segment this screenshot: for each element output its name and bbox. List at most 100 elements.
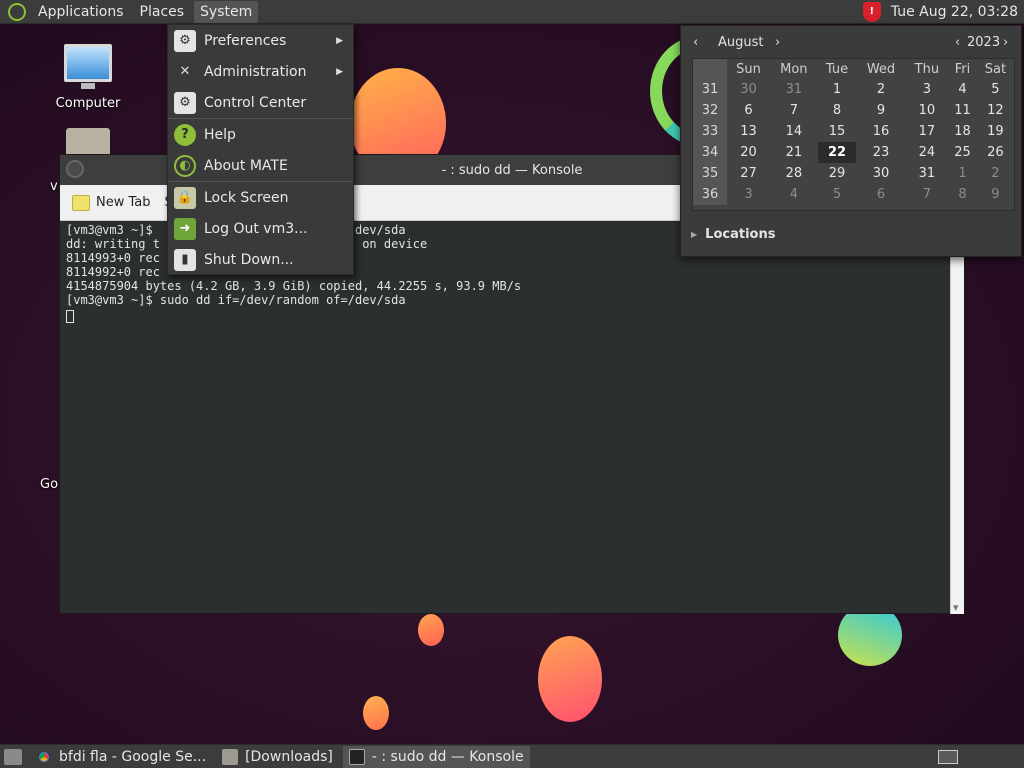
menu-system[interactable]: System [194,0,259,23]
week-number: 34 [693,142,727,163]
calendar-day[interactable]: 16 [856,121,905,142]
calendar-day[interactable]: 14 [770,121,818,142]
calendar-day[interactable]: 3 [727,184,770,205]
menu-item-help[interactable]: ? Help [168,119,353,150]
new-tab-button[interactable]: New Tab [66,192,157,214]
calendar-day[interactable]: 9 [977,184,1014,205]
calendar-day[interactable]: 2 [977,163,1014,184]
administration-icon: ✕ [179,64,191,79]
calendar-day[interactable]: 20 [727,142,770,163]
computer-icon [64,44,112,89]
calendar-year: 2023 [967,34,1001,50]
menu-item-about-mate[interactable]: ◐ About MATE [168,150,353,181]
calendar-day[interactable]: 30 [727,79,770,100]
desktop-label-fragment: Go [40,477,59,492]
taskbar-item-konsole[interactable]: - : sudo dd — Konsole [342,745,530,768]
calendar-day[interactable]: 9 [856,100,905,121]
calendar-month: August [718,34,764,50]
terminal-line: [vm3@vm3 ~]$ sudo dd if=/dev/random of=/… [66,293,406,307]
calendar-day[interactable]: 7 [770,100,818,121]
bottom-panel: bfdi fla - Google Se... [Downloads] - : … [0,744,1024,768]
calendar-day[interactable]: 4 [770,184,818,205]
next-month-icon[interactable]: › [775,35,780,50]
menu-item-label: Control Center [204,94,307,111]
terminal-scrollbar[interactable] [950,221,964,614]
prev-year-icon[interactable]: ‹ [955,35,960,50]
show-desktop-icon[interactable] [4,748,22,765]
terminal-icon [348,748,365,765]
calendar-day-today[interactable]: 22 [817,142,857,163]
next-year-icon[interactable]: › [1003,35,1008,50]
shield-icon[interactable]: ! [862,1,881,22]
weekday-header: Thu [914,61,940,77]
menu-item-log-out[interactable]: ➜ Log Out vm3... [168,213,353,244]
calendar-day[interactable]: 1 [948,163,977,184]
menu-applications[interactable]: Applications [32,1,130,23]
calendar-day[interactable]: 3 [906,79,948,100]
calendar-day[interactable]: 30 [856,163,905,184]
calendar-day[interactable]: 21 [770,142,818,163]
mate-logo-icon[interactable] [8,2,26,21]
calendar-week-row: 31 30 31 1 2 3 4 5 [693,79,1014,100]
calendar-day[interactable]: 4 [948,79,977,100]
calendar-day[interactable]: 2 [856,79,905,100]
calendar-day[interactable]: 31 [770,79,818,100]
calendar-day[interactable]: 23 [856,142,905,163]
window-menu-icon[interactable] [66,160,84,178]
calendar-day[interactable]: 19 [977,121,1014,142]
calendar-day[interactable]: 1 [818,79,857,100]
weekday-header: Sun [736,61,761,77]
week-number: 36 [693,184,727,205]
calendar-day[interactable]: 6 [727,100,770,121]
menu-item-shut-down[interactable]: ▮ Shut Down... [168,244,353,275]
terminal-output[interactable]: [vm3@vm3 ~]$ of=/dev/sdadd: writing t le… [60,221,964,613]
calendar-day[interactable]: 10 [906,100,948,121]
calendar-day[interactable]: 12 [977,100,1014,121]
menu-item-lock-screen[interactable]: 🔒 Lock Screen [168,182,353,213]
week-number-header [693,59,727,79]
calendar-day[interactable]: 6 [856,184,905,205]
taskbar-item-downloads[interactable]: [Downloads] [216,746,339,768]
calendar-day[interactable]: 27 [727,163,770,184]
menu-item-label: Lock Screen [204,189,289,206]
calendar-day[interactable]: 8 [948,184,977,205]
calendar-day[interactable]: 13 [727,121,770,142]
menu-item-control-center[interactable]: ⚙ Control Center [168,87,353,118]
menu-item-preferences[interactable]: ⚙ Preferences ▶ [168,25,353,56]
menu-item-administration[interactable]: ✕ Administration ▶ [168,56,353,87]
weekday-header-row: Sun Mon Tue Wed Thu Fri Sat [693,59,1014,79]
calendar-day[interactable]: 5 [818,184,857,205]
submenu-arrow-icon: ▶ [336,35,343,46]
terminal-cursor [66,310,74,323]
calendar-day[interactable]: 31 [906,163,948,184]
calendar-grid: Sun Mon Tue Wed Thu Fri Sat 31 30 31 1 2 3 4 5 32 6 7 8 9 1… [692,58,1015,211]
calendar-day[interactable]: 28 [770,163,818,184]
terminal-line: 4154875904 bytes (4.2 GB, 3.9 GiB) copie… [66,279,522,293]
calendar-day[interactable]: 17 [906,121,948,142]
calendar-day[interactable]: 26 [977,142,1014,163]
system-menu: ⚙ Preferences ▶ ✕ Administration ▶ ⚙ Con… [167,24,354,275]
calendar-day[interactable]: 11 [948,100,977,121]
desktop-icon-computer[interactable]: Computer [52,44,124,111]
menu-item-label: Help [204,126,236,143]
workspace-switcher[interactable] [938,749,958,764]
locations-expander[interactable]: ▶ Locations [681,211,1021,257]
calendar-day[interactable]: 15 [818,121,857,142]
weekday-header: Mon [780,61,808,77]
calendar-day[interactable]: 5 [977,79,1014,100]
calendar-day[interactable]: 7 [906,184,948,205]
prev-month-icon[interactable]: ‹ [693,35,698,50]
taskbar-item-chrome[interactable]: bfdi fla - Google Se... [30,746,212,768]
week-number: 31 [693,79,727,100]
calendar-day[interactable]: 25 [948,142,977,163]
calendar-day[interactable]: 18 [948,121,977,142]
weekday-header: Wed [866,61,896,77]
week-number: 33 [693,121,727,142]
calendar-day[interactable]: 8 [818,100,857,121]
taskbar-label: [Downloads] [245,748,333,765]
panel-clock[interactable]: Tue Aug 22, 03:28 [891,4,1018,20]
calendar-day[interactable]: 24 [906,142,948,163]
calendar-day[interactable]: 29 [818,163,857,184]
weekday-header: Fri [954,61,971,77]
menu-places[interactable]: Places [134,1,191,23]
